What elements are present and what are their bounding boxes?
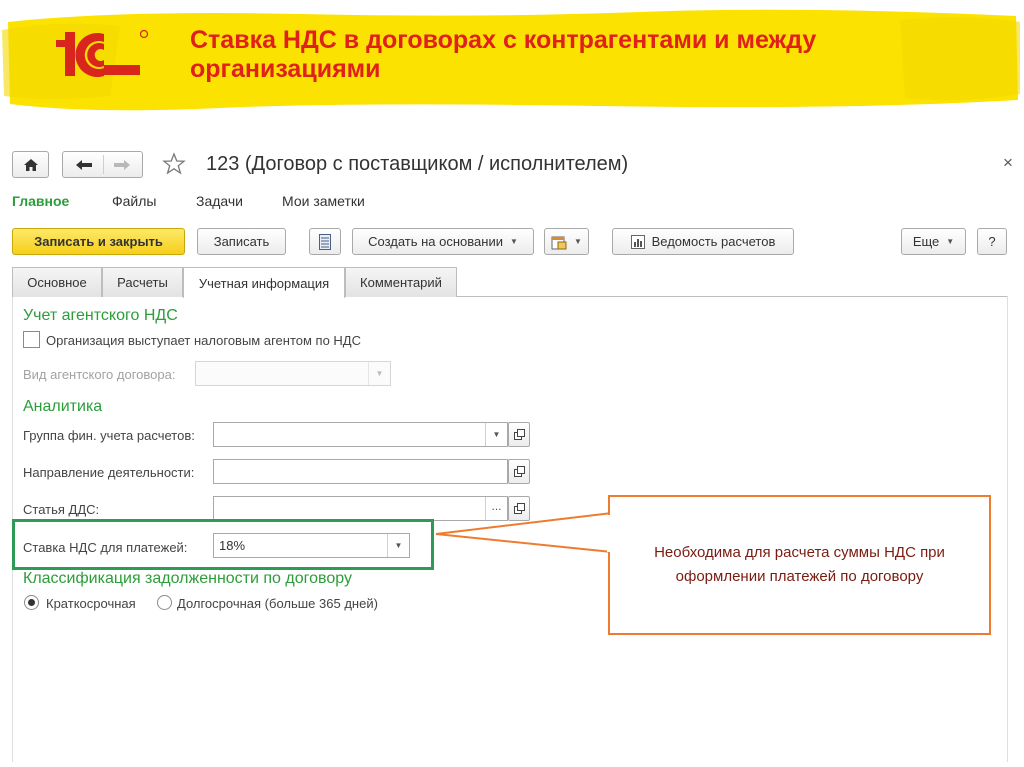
long-term-radio[interactable] (157, 595, 172, 610)
save-and-close-button[interactable]: Записать и закрыть (12, 228, 185, 255)
menu-main[interactable]: Главное (12, 193, 69, 209)
menu-my-notes[interactable]: Мои заметки (282, 193, 365, 209)
dds-label: Статья ДДС: (23, 502, 100, 517)
tab-accounting-info[interactable]: Учетная информация (183, 267, 345, 298)
agent-vat-heading: Учет агентского НДС (23, 307, 178, 324)
print-calendar-icon (551, 236, 567, 249)
chevron-down-icon: ▼ (368, 362, 390, 385)
chevron-down-icon: ▼ (946, 237, 955, 246)
menu-tasks[interactable]: Задачи (196, 193, 243, 209)
chevron-down-icon: ▼ (509, 237, 518, 246)
forward-arrow-icon[interactable] (113, 159, 131, 171)
create-based-on-button[interactable]: Создать на основании ▼ (352, 228, 534, 255)
tax-agent-checkbox-label: Организация выступает налоговым агентом … (46, 333, 362, 348)
document-title: 123 (Договор с поставщиком / исполнителе… (206, 153, 629, 175)
agent-contract-type-label: Вид агентского договора: (23, 367, 176, 382)
back-arrow-icon[interactable] (75, 159, 93, 171)
close-icon[interactable]: × (1003, 153, 1013, 173)
chevron-down-icon: ▼ (574, 237, 582, 246)
more-button[interactable]: Еще ▼ (901, 228, 966, 255)
tab-comment[interactable]: Комментарий (345, 267, 457, 297)
callout-joint (607, 515, 615, 552)
open-form-icon (514, 466, 525, 477)
fin-group-open-button[interactable] (508, 422, 530, 447)
direction-field[interactable] (213, 459, 508, 484)
analytics-heading: Аналитика (23, 398, 103, 415)
explanation-callout: Необходима для расчета суммы НДС при офо… (608, 495, 991, 635)
chevron-down-icon[interactable]: ▼ (485, 423, 507, 446)
save-button[interactable]: Записать (197, 228, 286, 255)
debt-classification-heading: Классификация задолженности по договору (23, 570, 352, 587)
header-banner: Ставка НДС в договорах с контрагентами и… (0, 0, 1024, 120)
logo-1c (56, 28, 151, 82)
favorite-star-icon[interactable] (162, 152, 186, 176)
dds-open-button[interactable] (508, 496, 530, 521)
tax-agent-checkbox[interactable] (23, 331, 40, 348)
vat-rate-highlight-frame (12, 519, 434, 570)
fin-group-field[interactable]: ▼ (213, 422, 508, 447)
slide-title: Ставка НДС в договорах с контрагентами и… (190, 26, 817, 83)
document-list-button[interactable] (309, 228, 341, 255)
dds-field[interactable]: ... (213, 496, 508, 521)
document-list-icon (319, 233, 331, 250)
open-form-icon (514, 429, 525, 440)
direction-label: Направление деятельности: (23, 465, 195, 480)
direction-open-button[interactable] (508, 459, 530, 484)
logo-1c-icon (56, 29, 149, 77)
fin-group-label: Группа фин. учета расчетов: (23, 428, 195, 443)
home-icon (24, 159, 38, 171)
help-button[interactable]: ? (977, 228, 1007, 255)
long-term-radio-label: Долгосрочная (больше 365 дней) (177, 596, 378, 611)
select-ellipsis-icon[interactable]: ... (485, 497, 507, 520)
history-buttons (62, 151, 143, 178)
tab-settlements[interactable]: Расчеты (102, 267, 183, 297)
short-term-radio-label: Краткосрочная (46, 596, 136, 611)
home-button[interactable] (12, 151, 49, 178)
menu-files[interactable]: Файлы (112, 193, 156, 209)
tab-main[interactable]: Основное (12, 267, 102, 297)
open-form-icon (514, 503, 525, 514)
settlement-report-button[interactable]: Ведомость расчетов (612, 228, 794, 255)
short-term-radio[interactable] (24, 595, 39, 610)
agent-contract-type-field: ▼ (195, 361, 391, 386)
report-icon (630, 234, 645, 249)
print-menu-button[interactable]: ▼ (544, 228, 589, 255)
